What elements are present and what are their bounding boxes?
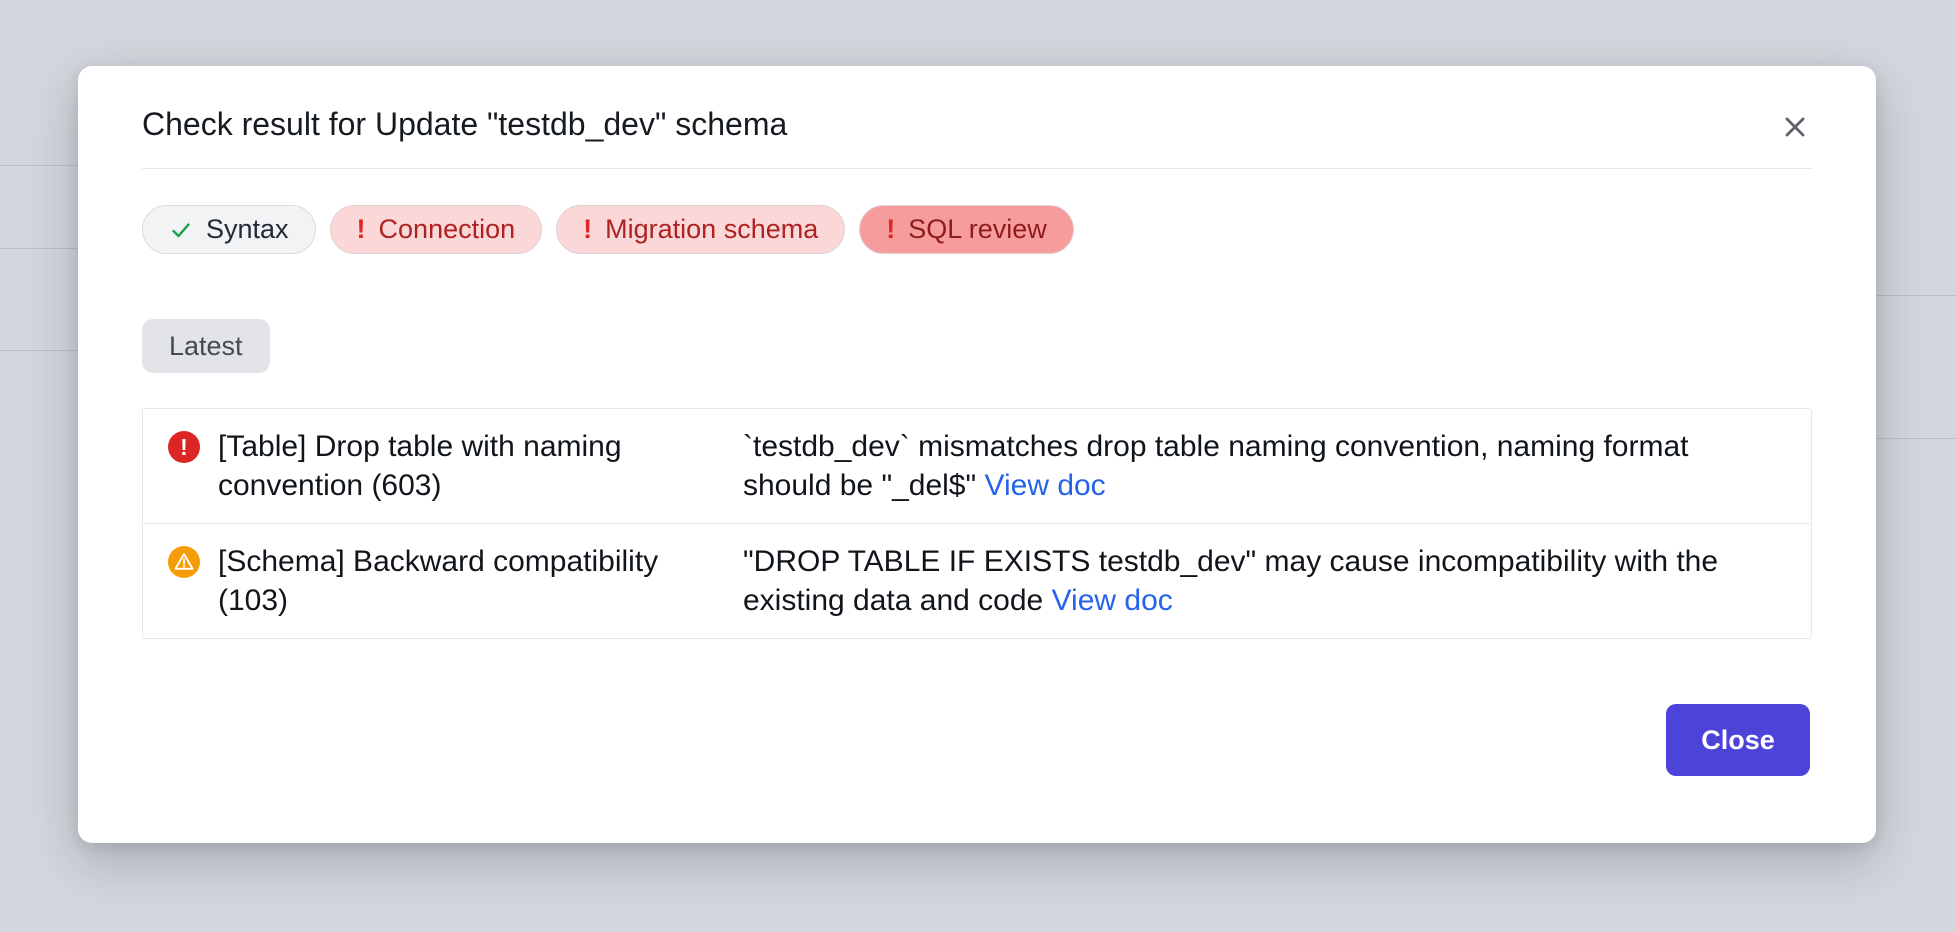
rule-title: [Schema] Backward compatibility (103) (218, 542, 718, 620)
chip-label: Connection (379, 214, 516, 245)
view-doc-link[interactable]: View doc (985, 469, 1106, 502)
rule-message-text: "DROP TABLE IF EXISTS testdb_dev" may ca… (743, 545, 1718, 617)
background-row-divider (1876, 438, 1956, 439)
chip-connection[interactable]: ! Connection (330, 205, 543, 254)
dialog-title: Check result for Update "testdb_dev" sch… (142, 108, 1812, 140)
result-row-warning: [Schema] Backward compatibility (103) "D… (143, 523, 1811, 638)
close-button[interactable]: Close (1666, 704, 1810, 776)
rule-message: "DROP TABLE IF EXISTS testdb_dev" may ca… (743, 542, 1743, 620)
rule-message: `testdb_dev` mismatches drop table namin… (743, 427, 1743, 505)
chip-label: Syntax (206, 214, 289, 245)
background-row-divider (0, 248, 78, 249)
background-row-divider (0, 165, 78, 166)
background-row-divider (0, 350, 78, 351)
close-icon (1780, 112, 1810, 142)
error-icon: ! (168, 431, 200, 463)
check-results-table: ! [Table] Drop table with naming convent… (142, 408, 1812, 639)
chip-label: Migration schema (605, 214, 818, 245)
background-row-divider (1876, 295, 1956, 296)
latest-version-badge: Latest (142, 319, 270, 373)
page-background: { "dialog": { "title": "Check result for… (0, 0, 1956, 932)
header-divider (142, 168, 1812, 169)
close-dialog-button[interactable] (1776, 108, 1814, 146)
check-result-dialog: Check result for Update "testdb_dev" sch… (78, 66, 1876, 843)
warning-icon (168, 546, 200, 578)
exclamation-icon: ! (357, 214, 366, 245)
rule-message-text: `testdb_dev` mismatches drop table namin… (743, 430, 1688, 502)
view-doc-link[interactable]: View doc (1052, 584, 1173, 617)
result-row-error: ! [Table] Drop table with naming convent… (143, 409, 1811, 523)
check-icon (169, 218, 193, 242)
exclamation-icon: ! (583, 214, 592, 245)
chip-label: SQL review (908, 214, 1047, 245)
rule-title: [Table] Drop table with naming conventio… (218, 427, 718, 505)
chip-sql-review[interactable]: ! SQL review (859, 205, 1074, 254)
chip-syntax[interactable]: Syntax (142, 205, 316, 254)
chip-migration-schema[interactable]: ! Migration schema (556, 205, 845, 254)
dialog-header: Check result for Update "testdb_dev" sch… (78, 66, 1876, 140)
exclamation-icon: ! (886, 214, 895, 245)
check-status-chips: Syntax ! Connection ! Migration schema !… (142, 205, 1812, 254)
warning-triangle-icon (173, 551, 195, 573)
